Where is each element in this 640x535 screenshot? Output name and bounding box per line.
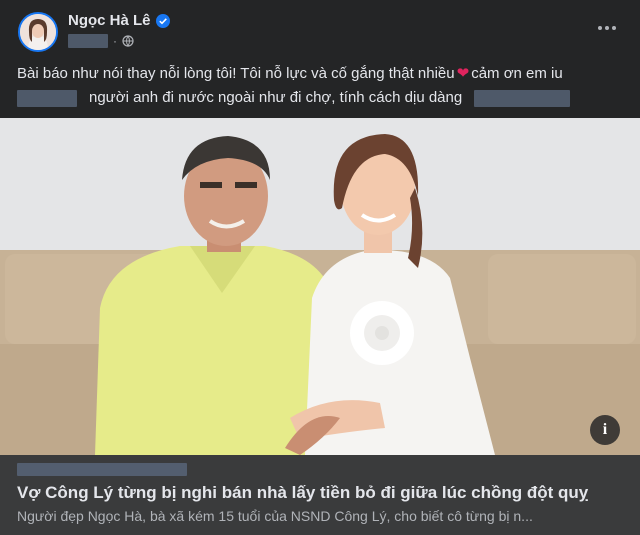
link-domain xyxy=(17,463,187,481)
redacted-text xyxy=(17,89,77,107)
post-text-line-2: người anh đi nước ngoài như đi chợ, tính… xyxy=(17,86,627,110)
photo-illustration xyxy=(0,118,640,455)
link-title[interactable]: Vợ Công Lý từng bị nghi bán nhà lấy tiền… xyxy=(17,483,627,503)
author-avatar[interactable] xyxy=(18,12,58,52)
more-options-icon[interactable] xyxy=(596,22,618,34)
separator-dot: · xyxy=(113,34,117,48)
redacted-domain xyxy=(17,463,187,476)
author-line: Ngọc Hà Lê xyxy=(68,12,170,29)
post-text-part: Bài báo như nói thay nỗi lòng tôi! Tôi n… xyxy=(17,65,455,82)
redacted-timestamp[interactable] xyxy=(68,34,108,48)
post-meta: · xyxy=(68,34,134,48)
avatar-image xyxy=(20,14,56,50)
link-preview-card[interactable]: Vợ Công Lý từng bị nghi bán nhà lấy tiền… xyxy=(0,455,640,535)
heart-icon: ❤ xyxy=(456,65,470,82)
post-text-part: người anh đi nước ngoài như đi chợ, tính… xyxy=(89,89,463,106)
redacted-text xyxy=(474,89,571,107)
post-text-part: cảm ơn em iu xyxy=(471,65,563,82)
link-description: Người đẹp Ngọc Hà, bà xã kém 15 tuổi của… xyxy=(17,508,533,524)
post-photo[interactable]: i xyxy=(0,118,640,455)
post-text-line-1: Bài báo như nói thay nỗi lòng tôi! Tôi n… xyxy=(17,62,627,86)
post-header: Ngọc Hà Lê · xyxy=(0,0,640,58)
author-name[interactable]: Ngọc Hà Lê xyxy=(68,12,151,29)
globe-icon[interactable] xyxy=(122,35,134,47)
verified-badge-icon xyxy=(155,13,170,28)
post-text: Bài báo như nói thay nỗi lòng tôi! Tôi n… xyxy=(17,62,627,110)
info-icon[interactable]: i xyxy=(590,415,620,445)
